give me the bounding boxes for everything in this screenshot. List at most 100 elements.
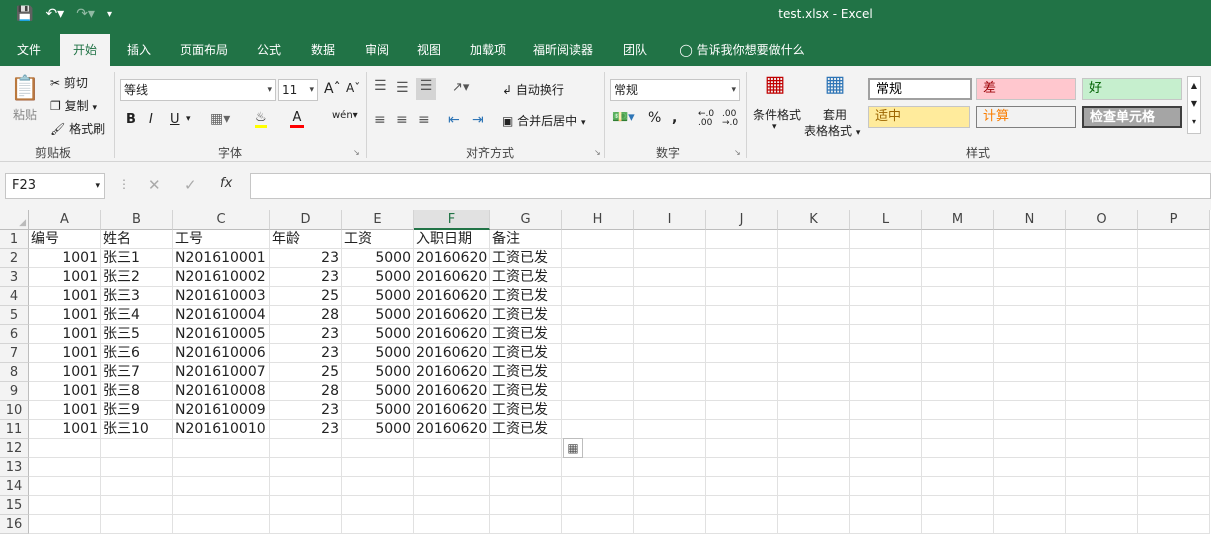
style-neutral[interactable]: 适中: [868, 106, 970, 128]
table-cell[interactable]: [270, 496, 342, 515]
table-cell[interactable]: [706, 496, 778, 515]
border-icon[interactable]: ▦▾: [210, 111, 230, 127]
table-cell[interactable]: [706, 249, 778, 268]
table-cell[interactable]: [1138, 515, 1210, 534]
column-header[interactable]: I: [634, 210, 706, 230]
table-cell[interactable]: [562, 249, 634, 268]
table-cell[interactable]: 20160620: [414, 420, 490, 439]
table-cell[interactable]: 张三4: [101, 306, 173, 325]
column-header[interactable]: F: [414, 210, 490, 230]
row-header[interactable]: 8: [0, 363, 29, 382]
table-cell[interactable]: [778, 287, 850, 306]
table-cell[interactable]: 工资已发: [490, 401, 562, 420]
table-cell[interactable]: [1138, 477, 1210, 496]
row-header[interactable]: 11: [0, 420, 29, 439]
style-good[interactable]: 好: [1082, 78, 1182, 100]
table-cell[interactable]: N201610009: [173, 401, 270, 420]
select-all-corner[interactable]: ◢: [0, 210, 29, 230]
table-cell[interactable]: [1138, 401, 1210, 420]
table-cell[interactable]: [634, 420, 706, 439]
column-header[interactable]: J: [706, 210, 778, 230]
column-header[interactable]: E: [342, 210, 414, 230]
table-cell[interactable]: 20160620: [414, 249, 490, 268]
table-cell[interactable]: [490, 515, 562, 534]
font-size-select[interactable]: 11 ▾: [278, 79, 318, 101]
table-cell[interactable]: [850, 287, 922, 306]
table-cell[interactable]: [994, 325, 1066, 344]
table-cell[interactable]: 工资: [342, 230, 414, 249]
format-as-table-button[interactable]: 表格格式 ▾: [804, 122, 860, 139]
column-header[interactable]: C: [173, 210, 270, 230]
table-cell[interactable]: [1066, 249, 1138, 268]
table-cell[interactable]: [1138, 363, 1210, 382]
table-cell[interactable]: [634, 249, 706, 268]
table-cell[interactable]: [706, 268, 778, 287]
enter-icon[interactable]: ✓: [184, 176, 197, 194]
table-cell[interactable]: [562, 477, 634, 496]
table-cell[interactable]: [342, 477, 414, 496]
table-cell[interactable]: [706, 363, 778, 382]
table-cell[interactable]: [173, 515, 270, 534]
table-cell[interactable]: [994, 496, 1066, 515]
align-bottom-icon[interactable]: ☰: [416, 78, 436, 100]
table-cell[interactable]: [994, 306, 1066, 325]
table-cell[interactable]: 张三7: [101, 363, 173, 382]
table-cell[interactable]: 入职日期: [414, 230, 490, 249]
table-cell[interactable]: [1138, 458, 1210, 477]
table-cell[interactable]: [922, 401, 994, 420]
table-cell[interactable]: [634, 401, 706, 420]
table-cell[interactable]: 工资已发: [490, 325, 562, 344]
table-cell[interactable]: [922, 344, 994, 363]
tab-insert[interactable]: 插入: [116, 34, 162, 66]
table-cell[interactable]: [778, 420, 850, 439]
table-cell[interactable]: N201610001: [173, 249, 270, 268]
table-cell[interactable]: [634, 363, 706, 382]
table-cell[interactable]: [850, 249, 922, 268]
table-cell[interactable]: [101, 515, 173, 534]
table-cell[interactable]: [850, 515, 922, 534]
style-calculation[interactable]: 计算: [976, 106, 1076, 128]
table-cell[interactable]: [173, 458, 270, 477]
table-cell[interactable]: 23: [270, 344, 342, 363]
table-cell[interactable]: [1138, 287, 1210, 306]
table-cell[interactable]: [634, 325, 706, 344]
table-cell[interactable]: 张三10: [101, 420, 173, 439]
table-cell[interactable]: 张三9: [101, 401, 173, 420]
table-cell[interactable]: [634, 287, 706, 306]
table-cell[interactable]: [706, 515, 778, 534]
comma-style-icon[interactable]: ,: [672, 110, 677, 126]
table-cell[interactable]: [562, 230, 634, 249]
table-cell[interactable]: [1138, 382, 1210, 401]
tab-addins[interactable]: 加载项: [460, 34, 516, 66]
table-cell[interactable]: [994, 230, 1066, 249]
table-cell[interactable]: [634, 382, 706, 401]
table-cell[interactable]: [850, 458, 922, 477]
decrease-font-icon[interactable]: Aˇ: [346, 81, 360, 95]
tab-data[interactable]: 数据: [300, 34, 346, 66]
table-cell[interactable]: [270, 458, 342, 477]
table-cell[interactable]: [850, 268, 922, 287]
row-header[interactable]: 6: [0, 325, 29, 344]
column-header[interactable]: A: [29, 210, 101, 230]
table-cell[interactable]: [706, 439, 778, 458]
table-cell[interactable]: [1066, 382, 1138, 401]
table-cell[interactable]: [562, 458, 634, 477]
table-cell[interactable]: 工资已发: [490, 287, 562, 306]
table-cell[interactable]: 工资已发: [490, 249, 562, 268]
table-cell[interactable]: 张三2: [101, 268, 173, 287]
row-header[interactable]: 4: [0, 287, 29, 306]
table-cell[interactable]: 28: [270, 306, 342, 325]
table-cell[interactable]: 25: [270, 363, 342, 382]
table-cell[interactable]: 1001: [29, 306, 101, 325]
table-cell[interactable]: [1066, 363, 1138, 382]
row-header[interactable]: 1: [0, 230, 29, 249]
table-cell[interactable]: 工资已发: [490, 306, 562, 325]
table-cell[interactable]: 20160620: [414, 306, 490, 325]
table-cell[interactable]: [490, 496, 562, 515]
table-cell[interactable]: 编号: [29, 230, 101, 249]
table-cell[interactable]: [1138, 306, 1210, 325]
table-cell[interactable]: [634, 344, 706, 363]
table-cell[interactable]: 张三5: [101, 325, 173, 344]
table-cell[interactable]: [994, 268, 1066, 287]
table-cell[interactable]: 1001: [29, 344, 101, 363]
